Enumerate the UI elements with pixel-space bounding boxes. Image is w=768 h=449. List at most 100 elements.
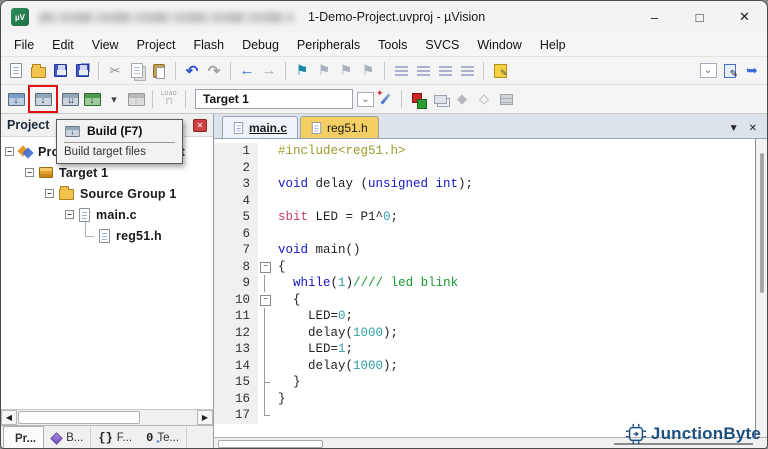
bookmark-next-icon[interactable]	[335, 60, 357, 82]
code-line[interactable]: 13 LED=1;	[214, 341, 755, 358]
rebuild-icon[interactable]	[59, 88, 81, 110]
bookmark-prev-icon[interactable]	[313, 60, 335, 82]
manage-items-icon[interactable]	[407, 88, 429, 110]
copy-icon[interactable]	[126, 60, 148, 82]
code-line[interactable]: 11 LED=0;	[214, 308, 755, 325]
fold-box-icon[interactable]	[258, 292, 272, 309]
tree-expander-icon[interactable]: −	[5, 147, 14, 156]
close-button[interactable]: ✕	[722, 1, 767, 33]
editor-tab-main.c[interactable]: main.c	[222, 116, 299, 138]
maximize-button[interactable]: □	[677, 1, 722, 33]
target-dropdown-icon[interactable]: ⌄	[357, 91, 374, 107]
stop-build-icon[interactable]	[125, 88, 147, 110]
menu-edit[interactable]: Edit	[43, 38, 83, 52]
code-line[interactable]: 16}	[214, 390, 755, 408]
workspace-tab-b[interactable]: B...	[44, 426, 92, 448]
hscroll-thumb[interactable]	[18, 411, 140, 424]
edit-document-icon[interactable]	[719, 60, 741, 82]
code-line[interactable]: 5 sbit LED = P1^0;	[214, 209, 755, 226]
fold-box-icon[interactable]	[258, 259, 272, 276]
editor-hscroll-thumb[interactable]	[218, 440, 323, 448]
pack-installer-icon[interactable]	[495, 88, 517, 110]
tree-item-reg51-h[interactable]: reg51.h	[1, 218, 213, 246]
menu-svcs[interactable]: SVCS	[416, 38, 468, 52]
menu-file[interactable]: File	[5, 38, 43, 52]
menu-debug[interactable]: Debug	[233, 38, 288, 52]
code-line[interactable]: 8{	[214, 258, 755, 276]
cut-icon[interactable]	[104, 60, 126, 82]
tree-expander-icon[interactable]: −	[45, 189, 54, 198]
menu-window[interactable]: Window	[468, 38, 530, 52]
unindent-icon[interactable]	[412, 60, 434, 82]
tab-close-icon[interactable]: ✕	[749, 123, 757, 134]
fold-line-icon	[258, 390, 272, 408]
tree-expander-icon[interactable]: −	[25, 168, 34, 177]
code-line[interactable]: 15 }	[214, 374, 755, 391]
code-line[interactable]: 10 {	[214, 291, 755, 309]
menu-peripherals[interactable]: Peripherals	[288, 38, 369, 52]
uncomment-icon[interactable]	[456, 60, 478, 82]
menu-flash[interactable]: Flash	[184, 38, 233, 52]
code-line[interactable]: 7 void main()	[214, 242, 755, 259]
scroll-right-icon[interactable]: ▶	[197, 410, 213, 425]
batch-build-icon[interactable]	[81, 88, 103, 110]
code-lines[interactable]: 1 #include<reg51.h> 2 3 void delay (unsigned…	[214, 139, 755, 437]
redo-icon[interactable]	[203, 60, 225, 82]
editor-tab-reg51.h[interactable]: reg51.h	[300, 116, 379, 138]
code-line[interactable]: 4	[214, 192, 755, 209]
open-folder-icon[interactable]	[27, 60, 49, 82]
code-view[interactable]: 1 #include<reg51.h> 2 3 void delay (unsigned…	[214, 139, 767, 437]
comment-icon[interactable]	[434, 60, 456, 82]
bookmark-icon[interactable]	[291, 60, 313, 82]
build-icon[interactable]	[32, 88, 54, 110]
diamond-icon[interactable]	[451, 88, 473, 110]
workspace-tab-pr[interactable]: Pr...	[3, 426, 45, 448]
target-select[interactable]: Target 1	[195, 89, 353, 109]
code-line[interactable]: 17	[214, 407, 755, 424]
editor-vscrollbar[interactable]	[755, 139, 767, 437]
tree-expander-icon[interactable]: −	[65, 210, 74, 219]
tree-item-main-c[interactable]: − main.c	[1, 204, 213, 225]
code-line[interactable]: 14 delay(1000);	[214, 357, 755, 374]
load-icon[interactable]: LOAD	[158, 88, 180, 110]
bookmark-clear-icon[interactable]	[357, 60, 379, 82]
file-layers-icon[interactable]	[429, 88, 451, 110]
save-all-icon[interactable]	[71, 60, 93, 82]
line-number: 2	[214, 159, 258, 176]
save-icon[interactable]	[49, 60, 71, 82]
vscroll-thumb[interactable]	[760, 153, 764, 293]
code-line[interactable]: 3 void delay (unsigned int);	[214, 176, 755, 193]
menu-view[interactable]: View	[83, 38, 128, 52]
undo-icon[interactable]	[181, 60, 203, 82]
batch-caret-icon[interactable]	[103, 88, 125, 110]
code-line[interactable]: 9 while(1)//// led blink	[214, 275, 755, 292]
translate-icon[interactable]	[5, 88, 27, 110]
code-line[interactable]: 1 #include<reg51.h>	[214, 143, 755, 160]
indent-icon[interactable]	[390, 60, 412, 82]
workspace-tab-f[interactable]: {} F...	[91, 426, 139, 448]
diamond-outline-icon[interactable]	[473, 88, 495, 110]
menu-tools[interactable]: Tools	[369, 38, 416, 52]
project-hscrollbar[interactable]: ◀ ▶	[1, 409, 213, 425]
help-arrow-icon[interactable]	[741, 60, 763, 82]
new-file-icon[interactable]	[5, 60, 27, 82]
nav-back-icon[interactable]	[236, 60, 258, 82]
options-wand-icon[interactable]	[374, 88, 396, 110]
code-text: LED=0;	[278, 309, 354, 323]
minimize-button[interactable]: –	[632, 1, 677, 33]
find-dropdown-icon[interactable]: ⌄	[697, 60, 719, 82]
paste-icon[interactable]	[148, 60, 170, 82]
project-panel-close-icon[interactable]: ✕	[193, 118, 207, 132]
workspace-tab-te[interactable]: 0Te...	[139, 426, 188, 448]
configure-icon[interactable]	[489, 60, 511, 82]
tab-overflow-icon[interactable]: ▼	[729, 123, 739, 134]
tree-item-target-1[interactable]: − Target 1	[1, 162, 213, 183]
code-line[interactable]: 12 delay(1000);	[214, 324, 755, 341]
scroll-left-icon[interactable]: ◀	[1, 410, 17, 425]
menu-project[interactable]: Project	[128, 38, 185, 52]
code-line[interactable]: 6	[214, 225, 755, 242]
menu-help[interactable]: Help	[531, 38, 575, 52]
tree-item-source-group-1[interactable]: − Source Group 1	[1, 183, 213, 204]
code-line[interactable]: 2	[214, 159, 755, 176]
nav-forward-icon[interactable]	[258, 60, 280, 82]
